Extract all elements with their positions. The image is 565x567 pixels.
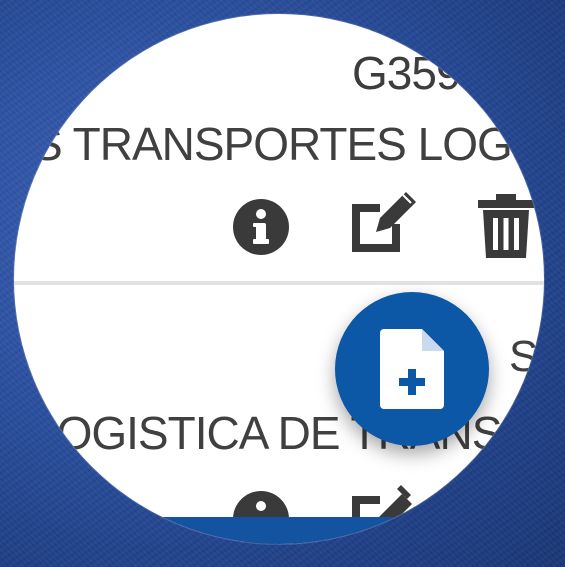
new-document-icon: [380, 329, 444, 409]
edit-icon[interactable]: [346, 188, 418, 258]
record-status: S: [509, 332, 538, 381]
row-divider: [14, 281, 544, 285]
company-name: S TRANSPORTES LOGIS: [32, 118, 544, 170]
record-code: G359: [352, 47, 462, 99]
magnified-view: G359 S TRANSPORTES LOGIS S LOGISTICA DE: [14, 14, 544, 544]
add-document-button[interactable]: [335, 292, 489, 446]
info-icon[interactable]: [232, 198, 290, 256]
edit-icon[interactable]: [346, 480, 418, 520]
trash-icon[interactable]: [476, 194, 536, 260]
bottom-bar: [14, 517, 544, 544]
